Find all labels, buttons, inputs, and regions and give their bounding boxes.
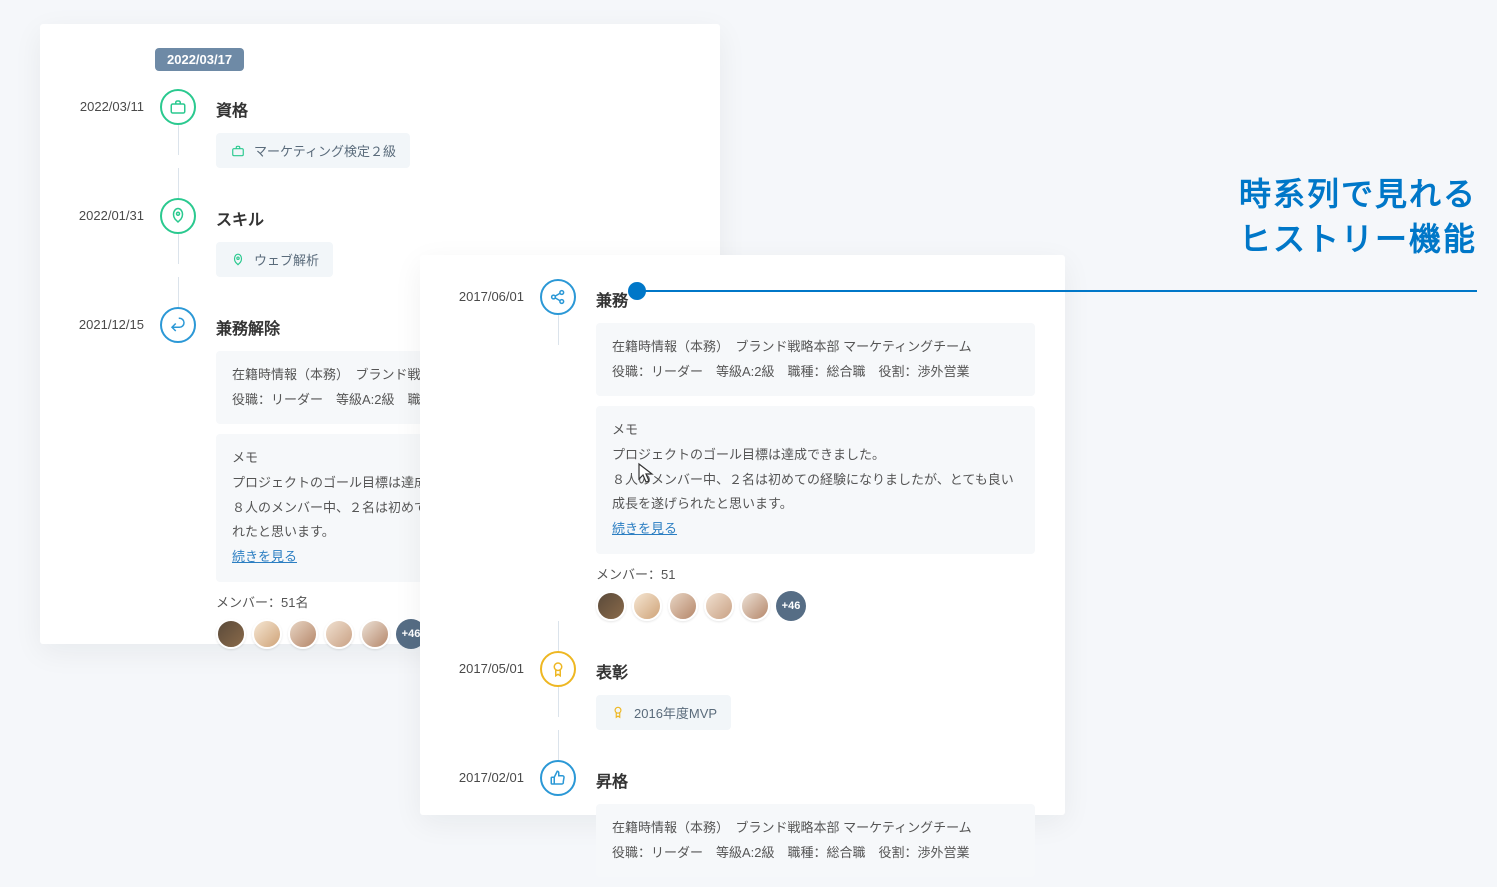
timeline-card-front: 2017/06/01 兼務 在籍時情報（本務） ブランド戦略本部 マーケティング… [420,255,1065,815]
tag-label: 2016年度MVP [634,703,717,722]
avatar[interactable] [288,619,318,649]
avatar-row: +46 [596,591,1035,621]
read-more-link[interactable]: 続きを見る [612,521,677,536]
callout-connector-line [636,290,1477,292]
avatar[interactable] [216,619,246,649]
back-arrow-icon [160,307,196,343]
date-pill-header: 2022/03/17 [155,48,244,71]
timeline-date: 2017/02/01 [450,760,538,785]
timeline-date: 2021/12/15 [70,307,158,332]
briefcase-icon [230,143,246,159]
award-icon [610,704,626,720]
timeline-row: 2022/03/11 資格 マーケティング検定２級 [70,89,690,198]
callout-line1: 時系列で見れる [1239,172,1477,217]
timeline-title: 表彰 [596,651,1035,683]
timeline-date: 2022/03/11 [70,89,158,114]
avatar[interactable] [704,591,734,621]
avatar[interactable] [740,591,770,621]
share-icon [540,279,576,315]
tag-label: ウェブ解析 [254,250,319,269]
briefcase-icon [160,89,196,125]
members-label: メンバー：51 [596,564,1035,583]
thumbs-up-icon [540,760,576,796]
rocket-icon [230,252,246,268]
avatar[interactable] [252,619,282,649]
skill-tag[interactable]: ウェブ解析 [216,242,333,277]
callout-connector-dot [628,282,646,300]
timeline-date: 2022/01/31 [70,198,158,223]
timeline-row: 2017/05/01 表彰 2016年度MVP [450,651,1035,760]
award-icon [540,651,576,687]
read-more-link[interactable]: 続きを見る [232,549,297,564]
timeline-title: スキル [216,198,690,230]
timeline-row: 2017/06/01 兼務 在籍時情報（本務） ブランド戦略本部 マーケティング… [450,279,1035,651]
rocket-icon [160,198,196,234]
assignment-info: 在籍時情報（本務） ブランド戦略本部 マーケティングチーム 役職：リーダー 等級… [596,804,1035,877]
timeline-title: 資格 [216,89,690,121]
avatar[interactable] [360,619,390,649]
timeline-date: 2017/05/01 [450,651,538,676]
avatar[interactable] [324,619,354,649]
award-tag[interactable]: 2016年度MVP [596,695,731,730]
avatar[interactable] [668,591,698,621]
memo-block: メモ プロジェクトのゴール目標は達成できました。 ８人のメンバー中、２名は初めて… [596,406,1035,553]
tag-label: マーケティング検定２級 [254,141,396,160]
avatar[interactable] [632,591,662,621]
timeline-row: 2017/02/01 昇格 在籍時情報（本務） ブランド戦略本部 マーケティング… [450,760,1035,887]
assignment-info: 在籍時情報（本務） ブランド戦略本部 マーケティングチーム 役職：リーダー 等級… [596,323,1035,396]
qualification-tag[interactable]: マーケティング検定２級 [216,133,410,168]
avatar[interactable] [596,591,626,621]
timeline-title: 昇格 [596,760,1035,792]
timeline-date: 2017/06/01 [450,279,538,304]
feature-callout: 時系列で見れる ヒストリー機能 [1239,172,1477,282]
avatar-overflow-count[interactable]: +46 [776,591,806,621]
callout-line2: ヒストリー機能 [1239,217,1477,262]
timeline-title: 兼務 [596,279,1035,311]
